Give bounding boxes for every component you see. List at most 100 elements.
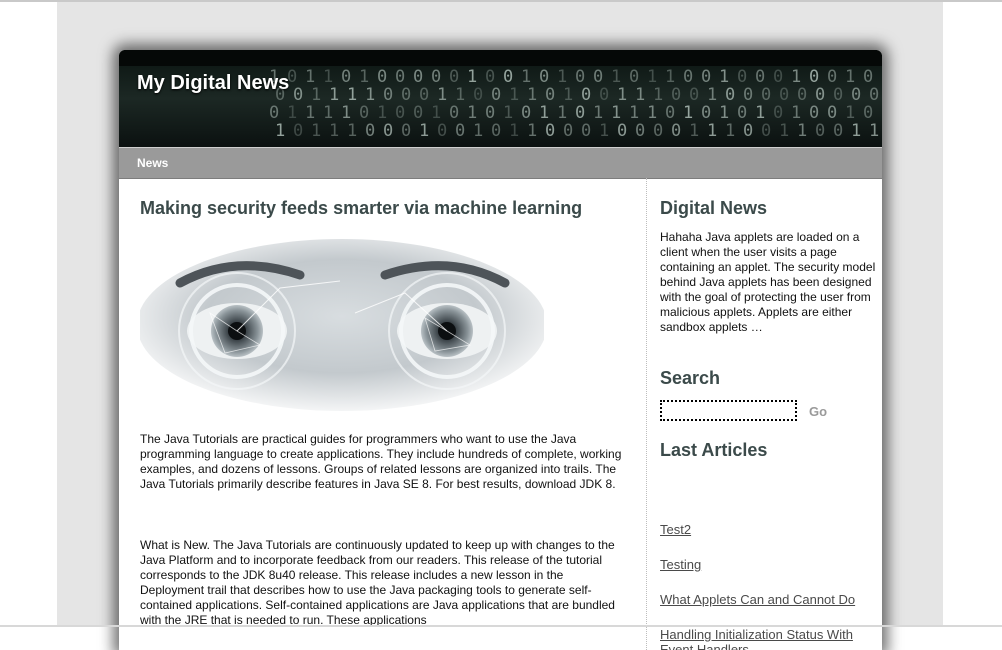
svg-text:0: 0	[593, 67, 603, 87]
main-content: Making security feeds smarter via machin…	[140, 178, 626, 638]
svg-text:1: 1	[437, 85, 447, 105]
svg-text:1: 1	[797, 121, 807, 141]
last-article-link[interactable]: Testing	[660, 557, 870, 572]
last-article-link[interactable]: Handling Initialization Status With Even…	[660, 627, 870, 650]
svg-text:0: 0	[809, 103, 819, 123]
last-article-link[interactable]: Test2	[660, 522, 870, 537]
svg-text:1: 1	[599, 121, 609, 141]
svg-text:0: 0	[395, 67, 405, 87]
svg-text:0: 0	[383, 85, 393, 105]
go-button[interactable]: Go	[800, 401, 836, 421]
svg-text:0: 0	[809, 67, 819, 87]
svg-text:0: 0	[725, 85, 735, 105]
svg-text:1: 1	[869, 121, 879, 141]
svg-text:0: 0	[689, 85, 699, 105]
svg-text:1: 1	[359, 67, 369, 87]
main-nav: News	[119, 147, 882, 179]
svg-text:1: 1	[557, 103, 567, 123]
svg-text:1: 1	[377, 103, 387, 123]
sidebar-about-heading: Digital News	[660, 198, 768, 218]
site-title[interactable]: My Digital News	[137, 72, 289, 95]
svg-text:0: 0	[521, 103, 531, 123]
svg-text:1: 1	[665, 67, 675, 87]
svg-text:1: 1	[467, 103, 477, 123]
svg-text:1: 1	[845, 67, 855, 87]
svg-text:1: 1	[845, 103, 855, 123]
svg-text:1: 1	[323, 67, 333, 87]
svg-text:1: 1	[683, 103, 693, 123]
svg-text:1: 1	[707, 121, 717, 141]
svg-text:0: 0	[815, 85, 825, 105]
svg-text:0: 0	[365, 121, 375, 141]
svg-text:0: 0	[563, 121, 573, 141]
svg-text:1: 1	[521, 67, 531, 87]
svg-text:0: 0	[617, 121, 627, 141]
svg-text:1: 1	[647, 67, 657, 87]
svg-text:0: 0	[863, 67, 873, 87]
svg-text:1: 1	[557, 67, 567, 87]
article-paragraph: The Java Tutorials are practical guides …	[140, 432, 622, 491]
svg-text:1: 1	[347, 121, 357, 141]
svg-text:0: 0	[737, 103, 747, 123]
svg-text:1: 1	[365, 85, 375, 105]
svg-text:0: 0	[629, 67, 639, 87]
svg-text:0: 0	[413, 103, 423, 123]
svg-text:0: 0	[833, 85, 843, 105]
binary-code-banner-image: 1 0 1 1 0 1 0 0 0 0 0 1 0 0 1 0 1 0 0 1 0 1 1 0 0 1 0 0 0 1 0 0 1 00 0 1 1 1 1…	[119, 50, 882, 147]
svg-text:0: 0	[599, 85, 609, 105]
svg-text:1: 1	[719, 67, 729, 87]
svg-text:1: 1	[311, 85, 321, 105]
svg-text:0: 0	[797, 85, 807, 105]
svg-text:1: 1	[635, 85, 645, 105]
svg-text:0: 0	[419, 85, 429, 105]
search-input[interactable]	[660, 400, 797, 421]
eyes-scan-image	[140, 239, 544, 411]
svg-text:1: 1	[779, 121, 789, 141]
svg-text:1: 1	[527, 85, 537, 105]
article-title[interactable]: Making security feeds smarter via machin…	[140, 198, 582, 219]
svg-text:0: 0	[473, 85, 483, 105]
svg-text:0: 0	[545, 121, 555, 141]
svg-text:0: 0	[761, 85, 771, 105]
svg-text:1: 1	[305, 103, 315, 123]
last-article-link[interactable]: What Applets Can and Cannot Do	[660, 592, 870, 607]
svg-text:0: 0	[485, 103, 495, 123]
svg-text:0: 0	[341, 67, 351, 87]
svg-text:0: 0	[665, 103, 675, 123]
svg-text:0: 0	[779, 85, 789, 105]
svg-text:0: 0	[743, 85, 753, 105]
svg-text:0: 0	[437, 121, 447, 141]
nav-item-news[interactable]: News	[137, 156, 168, 170]
svg-text:0: 0	[269, 103, 279, 123]
sidebar-about-text: Hahaha Java applets are loaded on a clie…	[660, 230, 876, 334]
svg-text:1: 1	[755, 103, 765, 123]
last-articles-heading: Last Articles	[660, 440, 768, 460]
svg-text:1: 1	[305, 67, 315, 87]
svg-text:0: 0	[851, 85, 861, 105]
svg-text:0: 0	[701, 67, 711, 87]
svg-text:1: 1	[311, 121, 321, 141]
svg-text:0: 0	[737, 67, 747, 87]
svg-text:0: 0	[539, 67, 549, 87]
svg-text:0: 0	[449, 103, 459, 123]
svg-text:0: 0	[413, 67, 423, 87]
svg-text:0: 0	[503, 67, 513, 87]
svg-text:0: 0	[827, 67, 837, 87]
svg-text:1: 1	[323, 103, 333, 123]
svg-text:0: 0	[491, 85, 501, 105]
svg-text:1: 1	[611, 67, 621, 87]
svg-text:0: 0	[449, 67, 459, 87]
svg-text:0: 0	[653, 121, 663, 141]
svg-text:0: 0	[683, 67, 693, 87]
svg-text:0: 0	[293, 85, 303, 105]
svg-text:1: 1	[347, 85, 357, 105]
svg-text:0: 0	[773, 103, 783, 123]
svg-text:0: 0	[827, 103, 837, 123]
svg-text:0: 0	[491, 121, 501, 141]
svg-text:0: 0	[869, 85, 879, 105]
svg-text:0: 0	[863, 103, 873, 123]
svg-text:0: 0	[701, 103, 711, 123]
svg-text:0: 0	[485, 67, 495, 87]
column-divider	[646, 178, 647, 650]
svg-text:1: 1	[653, 85, 663, 105]
